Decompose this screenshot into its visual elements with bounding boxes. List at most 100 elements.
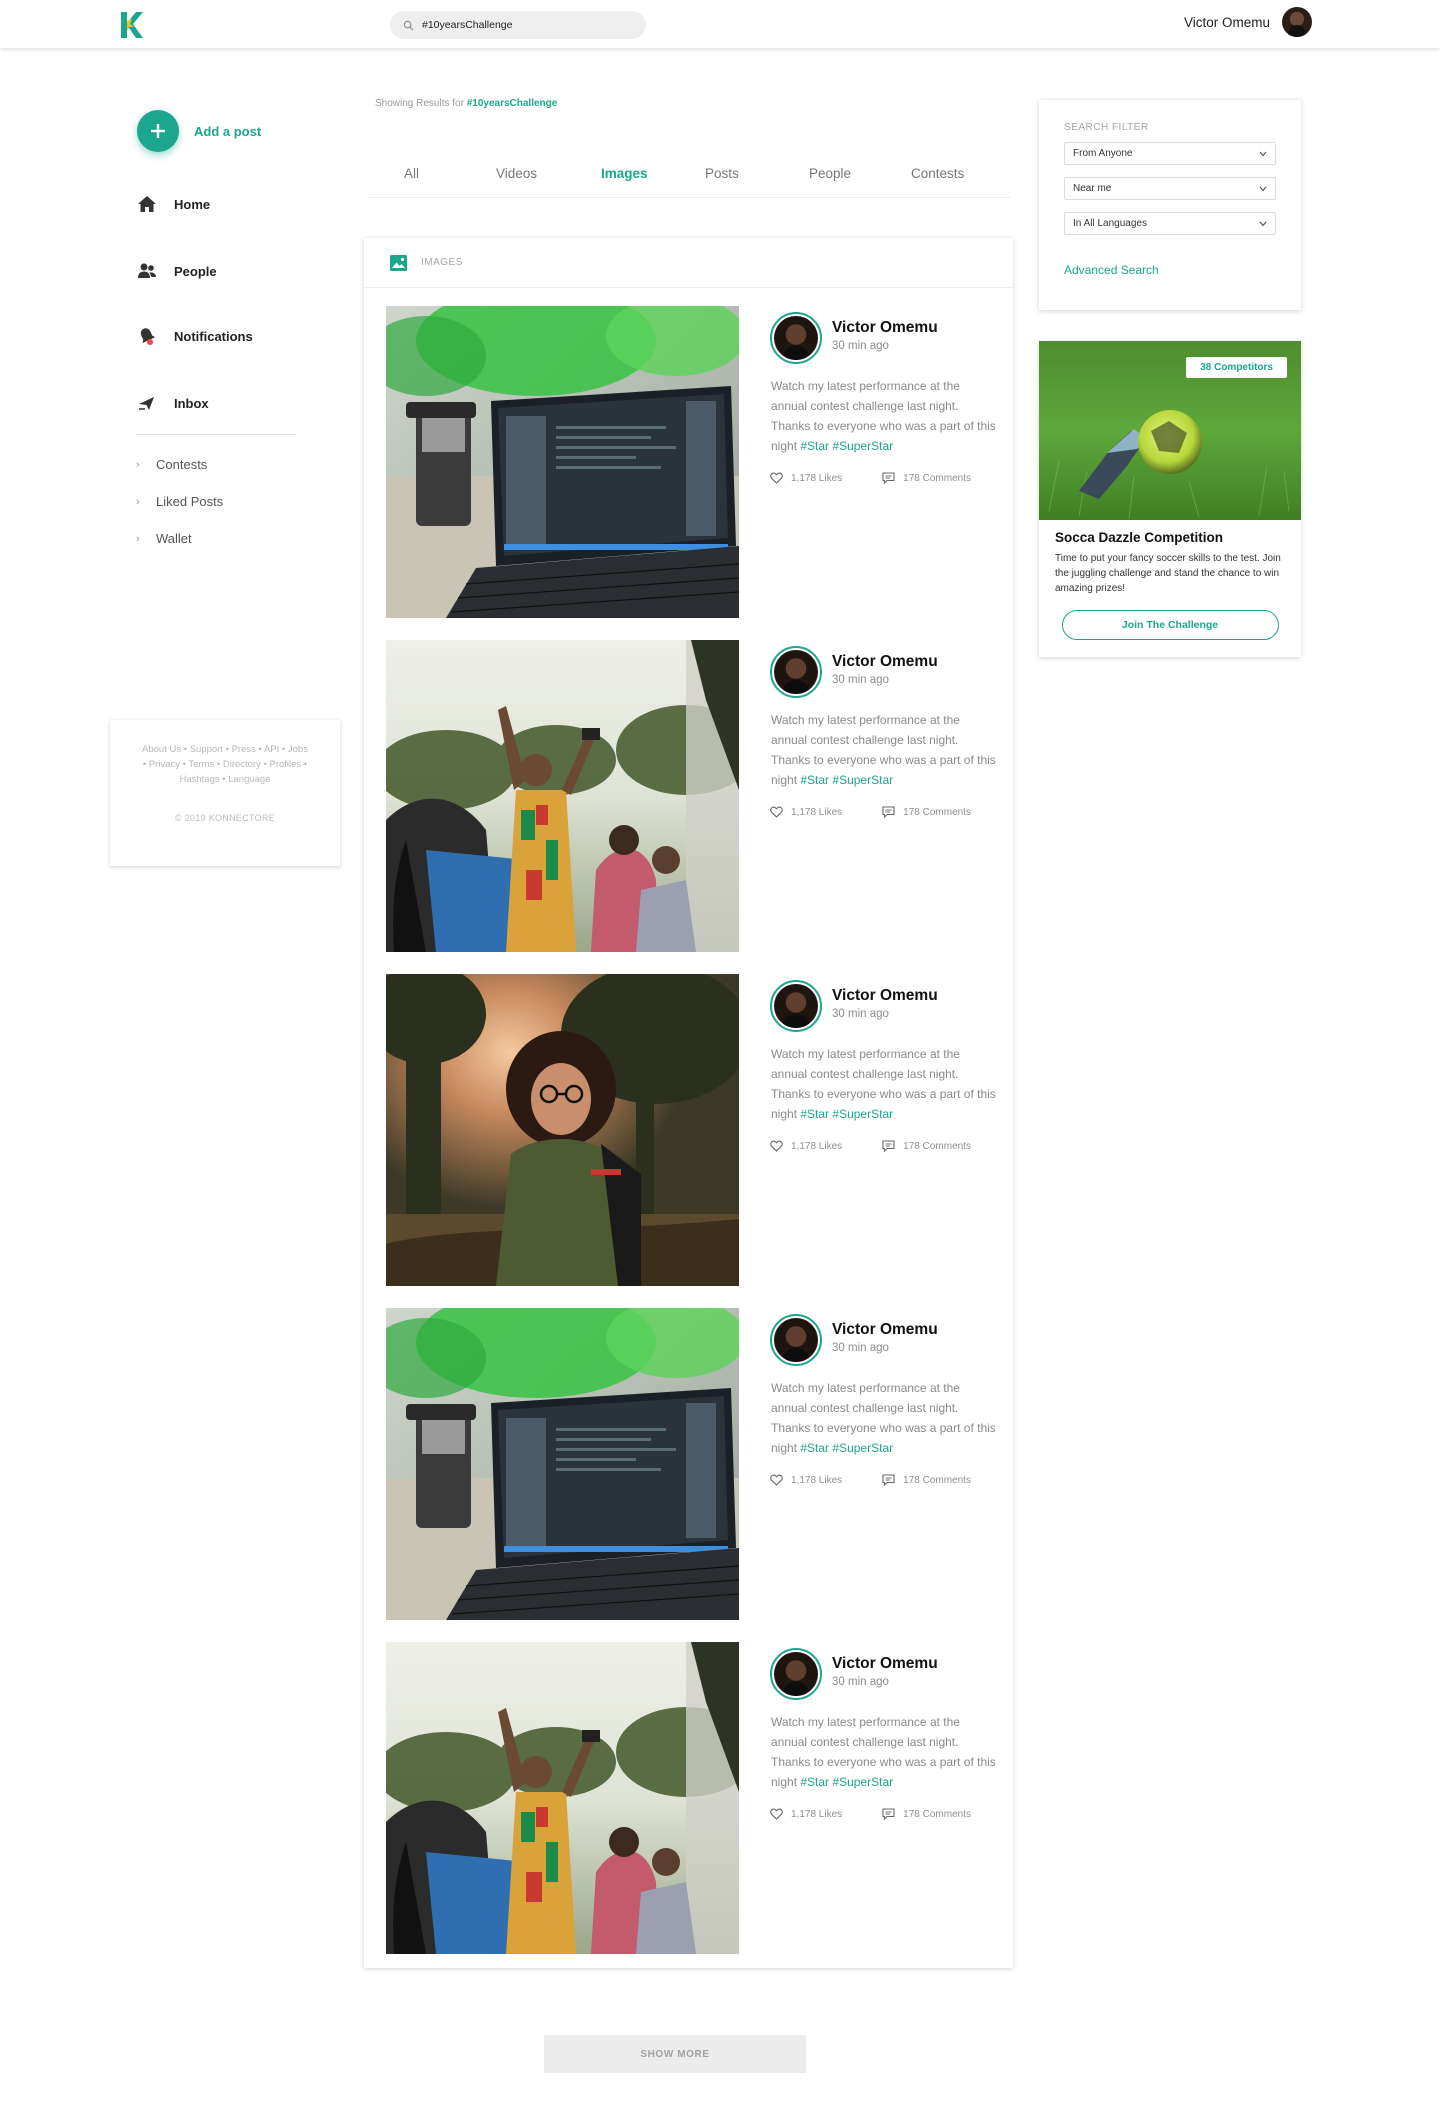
heart-icon <box>770 1140 783 1152</box>
tab-posts[interactable]: Posts <box>705 166 739 181</box>
avatar[interactable] <box>770 1648 822 1700</box>
post-image[interactable] <box>386 306 739 618</box>
author-name[interactable]: Victor Omemu <box>832 1655 938 1673</box>
avatar[interactable] <box>770 312 822 364</box>
post-author[interactable]: Victor Omemu 30 min ago <box>770 1314 938 1366</box>
tab-all[interactable]: All <box>404 166 419 181</box>
avatar[interactable] <box>770 980 822 1032</box>
show-more-button[interactable]: SHOW MORE <box>544 2035 806 2073</box>
sidebar-item-notifications[interactable]: Notifications <box>137 326 253 346</box>
contest-title[interactable]: Socca Dazzle Competition <box>1055 530 1301 545</box>
like-button[interactable]: 1,178 Likes <box>770 1474 842 1486</box>
add-post-label[interactable]: Add a post <box>194 124 261 139</box>
sidebar-item-inbox[interactable]: Inbox <box>137 393 209 413</box>
post-author[interactable]: Victor Omemu 30 min ago <box>770 646 938 698</box>
chevron-right-icon: › <box>136 458 140 471</box>
results-card: IMAGES Victor Omemu 30 min ago Watch my la… <box>364 238 1013 1968</box>
contest-image[interactable]: 38 Competitors <box>1039 341 1301 520</box>
footer-links-line[interactable]: • Privacy • Terms • Directory • Profiles… <box>132 757 318 772</box>
post-caption: Watch my latest performance at the annua… <box>771 376 996 456</box>
post-stats: 1,178 Likes 178 Comments <box>770 1474 971 1486</box>
post-image[interactable] <box>386 1308 739 1620</box>
like-button[interactable]: 1,178 Likes <box>770 1140 842 1152</box>
avatar[interactable] <box>770 646 822 698</box>
select-value: In All Languages <box>1073 218 1147 229</box>
avatar[interactable] <box>770 1314 822 1366</box>
tab-videos[interactable]: Videos <box>496 166 537 181</box>
hashtag-link[interactable]: #Star <box>800 1775 829 1789</box>
like-button[interactable]: 1,178 Likes <box>770 806 842 818</box>
post-stats: 1,178 Likes 178 Comments <box>770 472 971 484</box>
join-challenge-button[interactable]: Join The Challenge <box>1061 610 1279 640</box>
likes-count: 1,178 Likes <box>791 1140 843 1152</box>
inbox-icon <box>139 397 154 410</box>
post-item: Victor Omemu 30 min ago Watch my latest pe… <box>386 306 996 618</box>
like-button[interactable]: 1,178 Likes <box>770 472 842 484</box>
footer-links-line[interactable]: About Us • Support • Press • API • Jobs <box>132 742 318 757</box>
avatar[interactable] <box>1282 7 1312 37</box>
advanced-search-link[interactable]: Advanced Search <box>1064 263 1159 277</box>
sidebar-item-people[interactable]: People <box>137 261 217 281</box>
post-image[interactable] <box>386 640 739 952</box>
chevron-down-icon <box>1259 151 1267 156</box>
from-select[interactable]: From Anyone <box>1064 142 1276 165</box>
hashtag-link[interactable]: #Star <box>800 439 829 453</box>
tab-contests[interactable]: Contests <box>911 166 964 181</box>
results-summary: Showing Results for #10yearsChallenge <box>375 98 557 109</box>
search-bar[interactable] <box>390 11 646 39</box>
tab-people[interactable]: People <box>809 166 851 181</box>
comments-count: 178 Comments <box>903 472 971 484</box>
author-name[interactable]: Victor Omemu <box>832 987 938 1005</box>
post-image[interactable] <box>386 1642 739 1954</box>
language-select[interactable]: In All Languages <box>1064 212 1276 235</box>
author-name[interactable]: Victor Omemu <box>832 653 938 671</box>
plus-icon[interactable] <box>137 110 179 152</box>
sidebar-item-label: Notifications <box>174 328 253 344</box>
post-image[interactable] <box>386 974 739 1286</box>
contest-description: Time to put your fancy soccer skills to … <box>1055 553 1281 594</box>
sidebar-item-home[interactable]: Home <box>137 194 210 214</box>
post-item: Victor Omemu 30 min ago Watch my latest pe… <box>386 974 996 1286</box>
hashtag-link[interactable]: #Star <box>800 1107 829 1121</box>
comment-button[interactable]: 178 Comments <box>882 472 971 484</box>
sidebar-item-wallet[interactable]: › Wallet <box>136 531 192 546</box>
comment-button[interactable]: 178 Comments <box>882 1474 971 1486</box>
results-query: #10yearsChallenge <box>466 98 558 109</box>
location-select[interactable]: Near me <box>1064 177 1276 200</box>
like-button[interactable]: 1,178 Likes <box>770 1808 842 1820</box>
comment-button[interactable]: 178 Comments <box>882 1808 971 1820</box>
sidebar-item-contests[interactable]: › Contests <box>136 457 207 472</box>
user-name[interactable]: Victor Omemu <box>1184 15 1270 30</box>
post-author[interactable]: Victor Omemu 30 min ago <box>770 1648 938 1700</box>
post-author[interactable]: Victor Omemu 30 min ago <box>770 312 938 364</box>
comment-button[interactable]: 178 Comments <box>882 1140 971 1152</box>
user-menu[interactable]: Victor Omemu <box>1184 7 1312 37</box>
post-item: Victor Omemu 30 min ago Watch my latest pe… <box>386 1308 996 1620</box>
filter-title: SEARCH FILTER <box>1064 122 1149 133</box>
likes-count: 1,178 Likes <box>791 472 843 484</box>
add-post-button[interactable]: Add a post <box>137 110 261 152</box>
chevron-down-icon <box>1259 186 1267 191</box>
hashtag-link[interactable]: #SuperStar <box>832 1107 893 1121</box>
likes-count: 1,178 Likes <box>791 1474 843 1486</box>
footer-links-line[interactable]: Hashtags • Language <box>132 772 318 787</box>
author-name[interactable]: Victor Omemu <box>832 319 938 337</box>
hashtag-link[interactable]: #SuperStar <box>832 773 893 787</box>
chevron-right-icon: › <box>136 495 140 508</box>
author-name[interactable]: Victor Omemu <box>832 1321 938 1339</box>
results-header: IMAGES <box>364 238 1013 288</box>
sidebar-item-liked-posts[interactable]: › Liked Posts <box>136 494 223 509</box>
tab-images[interactable]: Images <box>601 166 648 181</box>
heart-icon <box>770 1474 783 1486</box>
post-author[interactable]: Victor Omemu 30 min ago <box>770 980 938 1032</box>
hashtag-link[interactable]: #SuperStar <box>832 439 893 453</box>
comment-button[interactable]: 178 Comments <box>882 806 971 818</box>
hashtag-link[interactable]: #SuperStar <box>832 1775 893 1789</box>
hashtag-link[interactable]: #Star <box>800 1441 829 1455</box>
hashtag-link[interactable]: #Star <box>800 773 829 787</box>
search-input[interactable] <box>422 19 622 31</box>
konnectore-logo[interactable] <box>119 10 145 40</box>
hashtag-link[interactable]: #SuperStar <box>832 1441 893 1455</box>
post-item: Victor Omemu 30 min ago Watch my latest pe… <box>386 640 996 952</box>
footer-links[interactable]: About Us • Support • Press • API • Jobs … <box>132 742 318 787</box>
